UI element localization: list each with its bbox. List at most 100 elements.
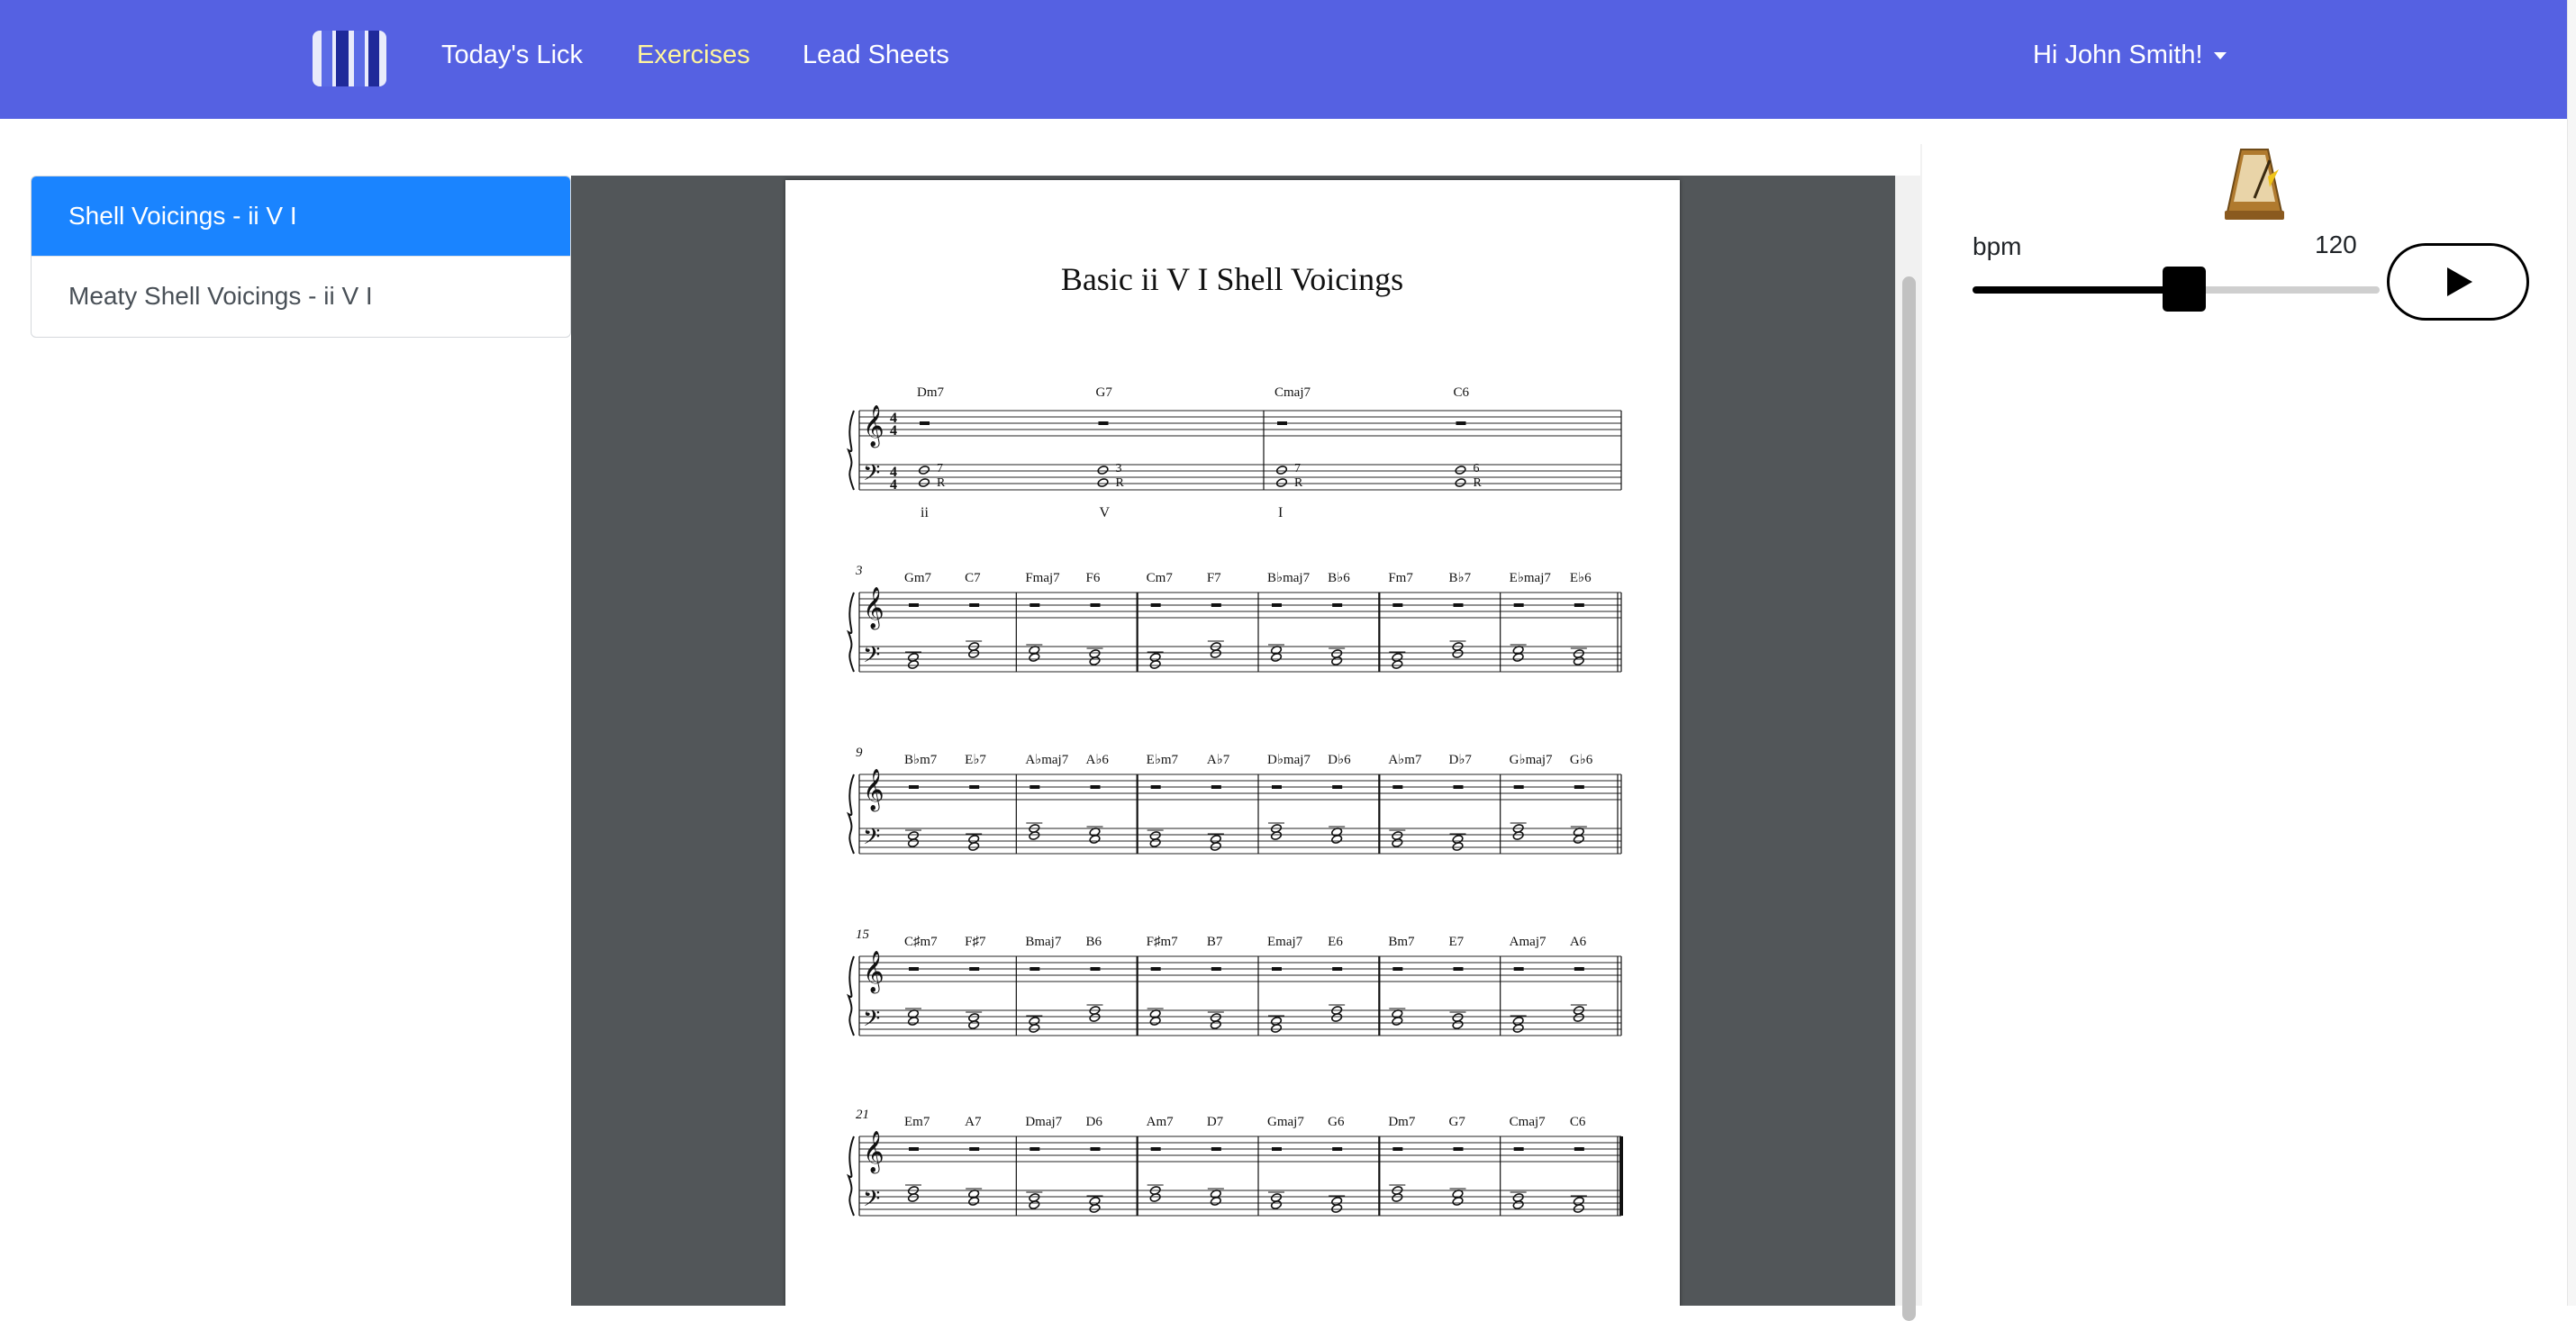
chord-symbol: Fmaj7 (1025, 571, 1060, 585)
note-head (1029, 1200, 1040, 1209)
note-head (1270, 653, 1283, 662)
note-head (1275, 478, 1288, 487)
exercise-item-meaty-shell-voicings[interactable]: Meaty Shell Voicings - ii V I (32, 256, 570, 335)
chord-symbol: Dm7 (917, 385, 945, 400)
rest (909, 785, 919, 789)
rest (1029, 785, 1040, 789)
note-head (1029, 653, 1040, 662)
sheet-page: Basic ii V I Shell Voicings 𝄞 𝄢 4 4 4 4 Dm7 7 Ri… (785, 180, 1680, 1306)
rest (969, 1147, 980, 1151)
note-head (1270, 831, 1283, 840)
navbar: Today's Lick Exercises Lead Sheets Hi Jo… (0, 0, 2567, 119)
piano-keys-icon[interactable] (313, 31, 386, 86)
note-head (1210, 842, 1221, 851)
nav-link-lead-sheets[interactable]: Lead Sheets (803, 41, 949, 70)
measure-number: 3 (855, 564, 863, 578)
viewer-scrollbar[interactable] (1895, 176, 1921, 1321)
note-head (1275, 466, 1288, 475)
rest (1029, 603, 1040, 607)
voicing-label: 6 (1474, 462, 1480, 475)
note-head (907, 838, 920, 847)
exercise-item-shell-voicings[interactable]: Shell Voicings - ii V I (32, 176, 570, 256)
note-head (907, 1017, 920, 1026)
rest (969, 967, 980, 971)
chord-symbol: F6 (1086, 571, 1101, 585)
rest (1090, 1147, 1101, 1151)
window-scrollbar[interactable] (2567, 0, 2576, 1306)
chord-symbol: B♭maj7 (1267, 571, 1311, 585)
chord-symbol: Gm7 (904, 571, 932, 585)
rest (1392, 967, 1403, 971)
note-head (1089, 835, 1101, 844)
chord-symbol: C♯m7 (904, 935, 938, 949)
chord-symbol: E7 (1449, 935, 1465, 949)
piano-key (322, 31, 332, 86)
chord-symbol: Fm7 (1388, 571, 1413, 585)
note-head (968, 649, 980, 658)
note-head (1573, 1013, 1584, 1022)
note-head (968, 1197, 980, 1206)
note-head (1089, 1204, 1101, 1213)
chord-symbol: G♭maj7 (1510, 753, 1553, 767)
play-button[interactable] (2387, 243, 2529, 321)
nav-link-todays-lick[interactable]: Today's Lick (441, 41, 583, 70)
bass-clef-icon: 𝄢 (863, 643, 880, 673)
time-signature: 4 (890, 477, 897, 493)
measure-number: 9 (856, 746, 863, 760)
user-menu-toggle[interactable]: Hi John Smith! (2033, 41, 2227, 70)
note-head (1452, 1197, 1464, 1206)
bass-clef-icon: 𝄢 (863, 1007, 880, 1036)
chord-symbol: E♭7 (965, 753, 986, 767)
chord-symbol: C6 (1570, 1115, 1586, 1129)
chord-symbol: F♯7 (965, 935, 986, 949)
bass-clef-icon: 𝄢 (863, 825, 880, 855)
score-svg: Basic ii V I Shell Voicings 𝄞𝄢4444Dm77Ri… (847, 261, 1623, 1217)
rest (1453, 1147, 1464, 1151)
chord-symbol: A♭6 (1086, 753, 1110, 767)
note-head (918, 478, 930, 487)
tempo-slider[interactable] (1973, 267, 2380, 312)
tempo-slider-thumb[interactable] (2163, 267, 2207, 312)
rest (1574, 1147, 1584, 1151)
rest (1090, 785, 1101, 789)
chord-symbol: A♭maj7 (1025, 753, 1068, 767)
viewer-scrollbar-thumb[interactable] (1902, 276, 1916, 1321)
rest (1272, 785, 1282, 789)
note-head (1573, 656, 1584, 665)
metronome-icon[interactable] (2216, 142, 2293, 223)
note-head (1512, 653, 1524, 662)
note-head (1392, 1017, 1403, 1026)
rest (1211, 603, 1221, 607)
chord-symbol: F7 (1207, 571, 1221, 585)
chord-symbol: A♭7 (1207, 753, 1230, 767)
nav-link-exercises[interactable]: Exercises (637, 41, 750, 70)
rest (969, 603, 980, 607)
chord-symbol: A♭m7 (1388, 753, 1422, 767)
sheet-music-viewer[interactable]: Basic ii V I Shell Voicings 𝄞 𝄢 4 4 4 4 Dm7 7 Ri… (571, 176, 1895, 1306)
measure-number: 15 (856, 927, 870, 942)
note-head (1149, 1017, 1161, 1026)
note-head (1452, 649, 1464, 658)
chord-symbol: Emaj7 (1267, 935, 1303, 949)
chord-symbol: Bm7 (1388, 935, 1415, 949)
system-brace (847, 774, 855, 855)
system-brace (847, 592, 855, 673)
rest (909, 967, 919, 971)
rest (1513, 1147, 1524, 1151)
voicing-label: R (937, 476, 946, 490)
rest (1211, 967, 1221, 971)
rest (1150, 785, 1161, 789)
note-head (1029, 1024, 1040, 1033)
rest (1513, 603, 1524, 607)
system-brace (847, 955, 855, 1036)
user-greeting: Hi John Smith! (2033, 41, 2203, 69)
note-head (1452, 1020, 1464, 1029)
chord-symbol: E♭m7 (1147, 753, 1179, 767)
treble-clef-icon: 𝄞 (863, 951, 884, 994)
note-head (1331, 656, 1343, 665)
chord-symbol: G7 (1449, 1115, 1466, 1129)
rest (1272, 967, 1282, 971)
note-head (1210, 1020, 1221, 1029)
note-head (1097, 466, 1109, 475)
rest (1574, 603, 1584, 607)
